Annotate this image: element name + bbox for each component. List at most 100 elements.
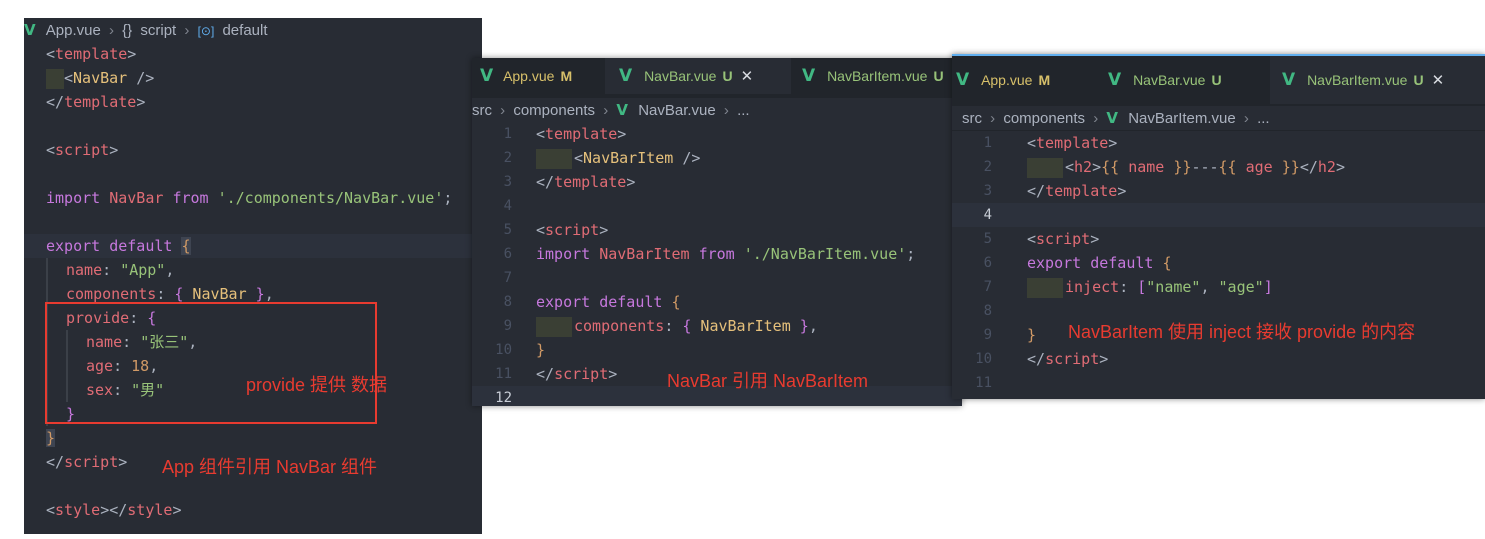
tab-navbaritem-vue[interactable]: V NavBarItem.vue U ✕ bbox=[1270, 56, 1485, 104]
breadcrumb-folder[interactable]: src bbox=[962, 110, 982, 127]
chevron-right-icon: › bbox=[500, 102, 506, 119]
code-line: 1 <template> bbox=[952, 131, 1485, 155]
code-token: { bbox=[181, 237, 191, 255]
code-token: export bbox=[1027, 254, 1082, 272]
line-number: 9 bbox=[503, 318, 512, 334]
code-token: </ bbox=[46, 93, 65, 111]
tab-label: App.vue bbox=[503, 68, 555, 84]
code-token: , bbox=[264, 285, 274, 303]
code-token: style bbox=[127, 501, 173, 519]
tab-app-vue[interactable]: V App.vue M bbox=[952, 56, 1088, 104]
code-token: }} bbox=[1281, 158, 1300, 176]
code-token: NavBar bbox=[73, 69, 128, 87]
breadcrumb-folder[interactable]: components bbox=[1003, 110, 1085, 127]
code-line: name: "App", bbox=[24, 258, 482, 282]
chevron-right-icon: › bbox=[1243, 110, 1249, 127]
code-token: </ bbox=[536, 173, 555, 191]
code-line: <script> bbox=[24, 138, 482, 162]
vue-file-icon: V bbox=[24, 21, 36, 39]
close-icon[interactable]: ✕ bbox=[741, 68, 754, 85]
line-number: 8 bbox=[503, 294, 512, 310]
code-area[interactable]: 1 <template> 2 <NavBarItem /> 3 </template>… bbox=[472, 122, 962, 406]
vue-file-icon: V bbox=[1282, 70, 1296, 90]
code-token: ; bbox=[443, 189, 453, 207]
code-token: }} bbox=[1173, 158, 1192, 176]
indent-marker bbox=[1027, 157, 1063, 178]
line-number: 5 bbox=[983, 231, 992, 247]
line-number: 1 bbox=[983, 135, 992, 151]
code-token: : bbox=[664, 317, 683, 335]
code-token: NavBar bbox=[183, 285, 256, 303]
annotation-provide: provide 提供 数据 bbox=[246, 375, 388, 395]
breadcrumb-file[interactable]: NavBarItem.vue bbox=[1128, 110, 1236, 127]
line-number: 5 bbox=[503, 222, 512, 238]
code-token: > bbox=[1108, 134, 1118, 152]
line-number: 11 bbox=[975, 375, 992, 391]
code-line: 2 <h2>{{ name }}---{{ age }}</h2> bbox=[952, 155, 1485, 179]
code-line: <template> bbox=[24, 42, 482, 66]
tab-label: App.vue bbox=[981, 72, 1033, 88]
code-token: "App" bbox=[120, 261, 166, 279]
breadcrumb-file[interactable]: App.vue bbox=[46, 22, 101, 39]
breadcrumb-more[interactable]: ... bbox=[1257, 110, 1270, 127]
code-token: name bbox=[66, 261, 103, 279]
close-icon[interactable]: ✕ bbox=[1432, 72, 1445, 89]
code-line: 9 components: { NavBarItem }, bbox=[472, 314, 962, 338]
code-line: 3 </template> bbox=[472, 170, 962, 194]
code-area[interactable]: 1 <template> 2 <h2>{{ name }}---{{ age }}<… bbox=[952, 131, 1485, 399]
line-number: 4 bbox=[983, 207, 992, 223]
line-number: 4 bbox=[503, 198, 512, 214]
annotation-navbaritem: NavBarItem 使用 inject 接收 provide 的内容 bbox=[1068, 322, 1416, 342]
code-token: < bbox=[46, 45, 56, 63]
code-token: , bbox=[808, 317, 818, 335]
tab-navbar-vue[interactable]: V NavBar.vue U ✕ bbox=[605, 58, 791, 94]
code-token: template bbox=[64, 93, 137, 111]
tab-navbaritem-vue[interactable]: V NavBarItem.vue U bbox=[792, 58, 962, 94]
code-line: 6 export default { bbox=[952, 251, 1485, 275]
git-status-badge: U bbox=[722, 68, 733, 84]
vue-file-icon: V bbox=[802, 66, 816, 86]
code-token: script bbox=[545, 221, 600, 239]
breadcrumb-folder[interactable]: components bbox=[513, 102, 595, 119]
code-token: [ bbox=[1137, 278, 1147, 296]
code-token: < bbox=[46, 141, 56, 159]
indent-marker bbox=[536, 148, 572, 169]
breadcrumb-item[interactable]: default bbox=[222, 22, 267, 39]
indent-marker bbox=[46, 68, 64, 89]
code-token: './components/NavBar.vue' bbox=[217, 189, 444, 207]
code-token: } bbox=[799, 317, 809, 335]
code-line: 4 bbox=[952, 203, 1485, 227]
code-line: 8 export default { bbox=[472, 290, 962, 314]
breadcrumb-file[interactable]: NavBar.vue bbox=[638, 102, 716, 119]
navbaritem-vue-editor-panel: V App.vue M V NavBar.vue U V NavBarItem.vu… bbox=[952, 54, 1485, 399]
breadcrumb-section[interactable]: script bbox=[140, 22, 176, 39]
code-token: { bbox=[671, 293, 681, 311]
tab-label: NavBar.vue bbox=[644, 68, 717, 84]
code-token: default bbox=[109, 237, 173, 255]
indent-marker bbox=[1027, 277, 1063, 298]
tab-navbar-vue[interactable]: V NavBar.vue U bbox=[1100, 56, 1276, 104]
code-line: 5 <script> bbox=[472, 218, 962, 242]
tab-app-vue[interactable]: V App.vue M bbox=[472, 58, 612, 94]
code-token: > bbox=[109, 141, 119, 159]
code-token: template bbox=[1045, 182, 1118, 200]
code-token: default bbox=[599, 293, 663, 311]
code-token: /> bbox=[673, 149, 701, 167]
line-number: 2 bbox=[503, 150, 512, 166]
line-number: 7 bbox=[983, 279, 992, 295]
code-line: 10} bbox=[472, 338, 962, 362]
breadcrumb-folder[interactable]: src bbox=[472, 102, 492, 119]
symbol-icon: [⊙] bbox=[197, 24, 215, 38]
code-token: template bbox=[55, 45, 128, 63]
code-token: /> bbox=[127, 69, 155, 87]
breadcrumb-more[interactable]: ... bbox=[737, 102, 750, 119]
code-line: import NavBar from './components/NavBar.… bbox=[24, 186, 482, 210]
vue-file-icon: V bbox=[619, 66, 633, 86]
line-number: 7 bbox=[503, 270, 512, 286]
code-line: 10 </script> bbox=[952, 347, 1485, 371]
code-token: {{ bbox=[1218, 158, 1237, 176]
code-token: default bbox=[1090, 254, 1154, 272]
code-token: </ bbox=[1027, 182, 1046, 200]
code-token: import bbox=[536, 245, 591, 263]
